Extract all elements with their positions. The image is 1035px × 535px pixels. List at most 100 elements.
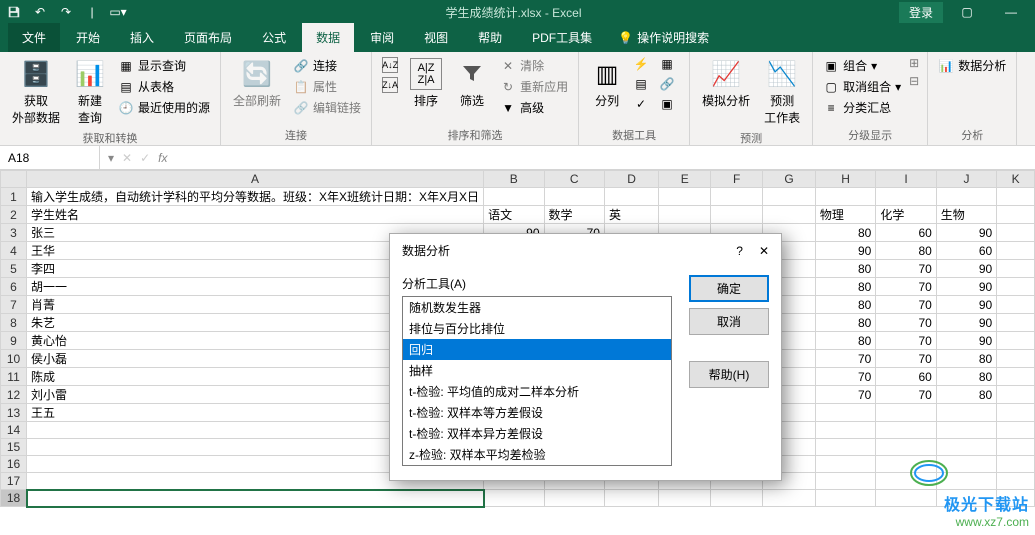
cell[interactable]: 70: [876, 278, 936, 296]
column-header[interactable]: E: [659, 171, 711, 188]
cell[interactable]: [876, 490, 936, 507]
tab-layout[interactable]: 页面布局: [170, 23, 246, 52]
column-header[interactable]: C: [544, 171, 604, 188]
filter-button[interactable]: 筛选: [452, 56, 492, 111]
collapse-icon[interactable]: ⊟: [909, 74, 919, 88]
analysis-tool-item[interactable]: 抽样: [403, 360, 671, 381]
column-header[interactable]: A: [27, 171, 484, 188]
cell[interactable]: [815, 422, 875, 439]
row-header[interactable]: 15: [1, 439, 27, 456]
analysis-tool-item[interactable]: z-检验: 双样本平均差检验: [403, 444, 671, 465]
tab-home[interactable]: 开始: [62, 23, 114, 52]
connections-button[interactable]: 🔗连接: [291, 56, 363, 75]
properties-button[interactable]: 📋属性: [291, 77, 363, 96]
column-header[interactable]: H: [815, 171, 875, 188]
cell[interactable]: [815, 439, 875, 456]
tab-view[interactable]: 视图: [410, 23, 462, 52]
cell[interactable]: [936, 456, 996, 473]
recent-sources-button[interactable]: 🕘最近使用的源: [116, 98, 212, 117]
cell[interactable]: [936, 439, 996, 456]
cell[interactable]: 70: [876, 314, 936, 332]
data-analysis-button[interactable]: 📊数据分析: [936, 56, 1008, 75]
cell[interactable]: [659, 490, 711, 507]
row-header[interactable]: 7: [1, 296, 27, 314]
cell[interactable]: 90: [936, 224, 996, 242]
from-table-button[interactable]: ▤从表格: [116, 77, 212, 96]
tab-data[interactable]: 数据: [302, 23, 354, 52]
cell[interactable]: [604, 188, 658, 206]
cell[interactable]: [997, 278, 1035, 296]
cell[interactable]: 英: [604, 206, 658, 224]
cancel-formula-icon[interactable]: ✕: [122, 151, 132, 165]
cell[interactable]: [815, 473, 875, 490]
undo-icon[interactable]: ↶: [30, 2, 50, 22]
row-header[interactable]: 8: [1, 314, 27, 332]
select-all-corner[interactable]: [1, 171, 27, 188]
cell[interactable]: 语文: [484, 206, 544, 224]
cell[interactable]: [544, 490, 604, 507]
column-header[interactable]: J: [936, 171, 996, 188]
cell[interactable]: [711, 490, 763, 507]
advanced-filter-button[interactable]: ▼高级: [498, 98, 570, 117]
cell[interactable]: 输入学生成绩，自动统计学科的平均分等数据。班级：X年X班统计日期：X年X月X日: [27, 188, 484, 206]
cell[interactable]: [997, 490, 1035, 507]
consolidate-icon[interactable]: ▦: [659, 56, 675, 72]
touch-mode-icon[interactable]: ▭▾: [108, 2, 128, 22]
column-header[interactable]: D: [604, 171, 658, 188]
cell[interactable]: [659, 206, 711, 224]
cell[interactable]: 化学: [876, 206, 936, 224]
analysis-tool-item[interactable]: 随机数发生器: [403, 297, 671, 318]
cell[interactable]: 70: [876, 296, 936, 314]
row-header[interactable]: 11: [1, 368, 27, 386]
sort-desc-button[interactable]: Z↓A: [380, 76, 400, 94]
cell[interactable]: [997, 332, 1035, 350]
tell-me-search[interactable]: 💡 操作说明搜索: [608, 23, 719, 52]
cell[interactable]: [997, 350, 1035, 368]
namebox-dropdown-icon[interactable]: ▾: [108, 151, 114, 165]
cell[interactable]: 90: [936, 332, 996, 350]
cell[interactable]: 80: [936, 350, 996, 368]
cell[interactable]: 90: [936, 314, 996, 332]
tab-review[interactable]: 审阅: [356, 23, 408, 52]
row-header[interactable]: 2: [1, 206, 27, 224]
cell[interactable]: [997, 422, 1035, 439]
enter-formula-icon[interactable]: ✓: [140, 151, 150, 165]
column-header[interactable]: I: [876, 171, 936, 188]
reapply-button[interactable]: ↻重新应用: [498, 77, 570, 96]
row-header[interactable]: 4: [1, 242, 27, 260]
cell[interactable]: [997, 242, 1035, 260]
row-header[interactable]: 12: [1, 386, 27, 404]
cell[interactable]: 70: [876, 386, 936, 404]
cell[interactable]: [876, 456, 936, 473]
cell[interactable]: 生物: [936, 206, 996, 224]
analysis-tool-item[interactable]: t-检验: 双样本等方差假设: [403, 402, 671, 423]
cell[interactable]: [763, 490, 816, 507]
cell[interactable]: 70: [815, 368, 875, 386]
cell[interactable]: [659, 188, 711, 206]
whatif-button[interactable]: 📈 模拟分析: [698, 56, 754, 111]
data-model-icon[interactable]: ▣: [659, 96, 675, 112]
analysis-tool-item[interactable]: 回归: [403, 339, 671, 360]
cell[interactable]: [997, 314, 1035, 332]
cell[interactable]: [763, 188, 816, 206]
analysis-tool-item[interactable]: t-检验: 双样本异方差假设: [403, 423, 671, 444]
column-header[interactable]: F: [711, 171, 763, 188]
tab-help[interactable]: 帮助: [464, 23, 516, 52]
cell[interactable]: [997, 473, 1035, 490]
cell[interactable]: 60: [876, 368, 936, 386]
minimize-icon[interactable]: —: [991, 2, 1031, 22]
ok-button[interactable]: 确定: [689, 275, 769, 302]
cell[interactable]: 70: [876, 350, 936, 368]
cell[interactable]: 90: [936, 260, 996, 278]
tab-pdf[interactable]: PDF工具集: [518, 23, 606, 52]
cell[interactable]: [763, 206, 816, 224]
sort-asc-button[interactable]: A↓Z: [380, 56, 400, 74]
cell[interactable]: [936, 188, 996, 206]
subtotal-button[interactable]: ≡分类汇总: [821, 98, 903, 117]
cell[interactable]: 70: [815, 350, 875, 368]
cell[interactable]: [997, 456, 1035, 473]
cell[interactable]: [876, 188, 936, 206]
cell[interactable]: [815, 490, 875, 507]
data-validation-icon[interactable]: ✓: [633, 96, 649, 112]
cell[interactable]: 80: [876, 242, 936, 260]
